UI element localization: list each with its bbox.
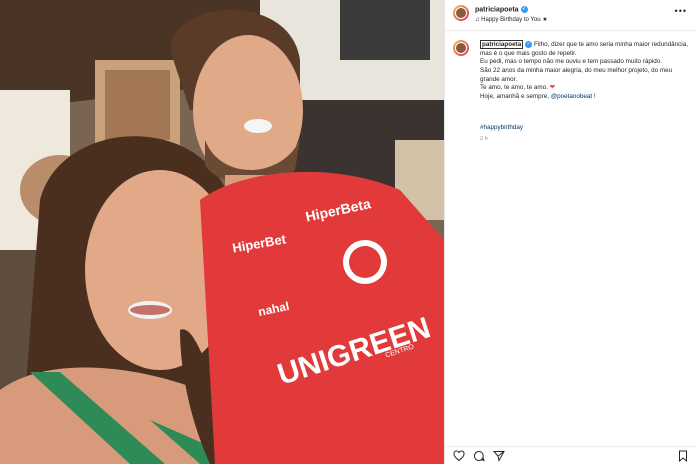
post-photo[interactable]: HiperBeta HiperBet nahal UNIGREEN CENTRO xyxy=(0,0,444,464)
post-side-panel: patriciapoeta ✓ ♫ Happy Birthday to You ★… xyxy=(444,0,696,464)
photo-illustration xyxy=(0,0,444,464)
heart-icon[interactable] xyxy=(453,450,465,462)
caption-author[interactable]: patriciapoeta xyxy=(480,40,524,50)
bookmark-icon[interactable] xyxy=(677,450,689,462)
caption-avatar[interactable] xyxy=(453,40,469,56)
caption-line-5-suffix: ! xyxy=(592,92,596,100)
hashtag-link[interactable]: #happybirthday xyxy=(480,124,523,131)
avatar[interactable] xyxy=(453,5,469,21)
caption-line-2: Eu pedi, mas o tempo não me ouviu e tem … xyxy=(480,58,663,66)
caption-verified-icon: ✓ xyxy=(525,41,533,48)
audio-label[interactable]: ♫ Happy Birthday to You ★ xyxy=(475,16,548,23)
caption-line-4: Te amo, te amo, te amo. xyxy=(480,84,548,92)
verified-badge-icon: ✓ xyxy=(520,6,528,13)
mention-link[interactable]: @poetanobeat xyxy=(551,93,592,100)
header-username-text[interactable]: patriciapoeta xyxy=(475,6,519,13)
caption-line-5-prefix: Hoje, amanhã e sempre, xyxy=(480,92,551,100)
caption-text: patriciapoeta ✓ Filho, dizer que te amo s… xyxy=(480,40,690,101)
caption-line-3: São 22 anos da minha maior alegria, do m… xyxy=(480,66,673,83)
more-options-icon[interactable]: ••• xyxy=(675,6,687,16)
comment-icon[interactable] xyxy=(473,450,485,462)
share-icon[interactable] xyxy=(493,450,505,462)
post-timestamp: 2 h xyxy=(480,136,488,142)
header-username[interactable]: patriciapoeta ✓ xyxy=(475,6,528,13)
post-header: patriciapoeta ✓ ♫ Happy Birthday to You ★… xyxy=(445,0,696,31)
heart-emoji-icon: ❤ xyxy=(549,84,555,92)
post-actions-bar xyxy=(445,446,696,465)
